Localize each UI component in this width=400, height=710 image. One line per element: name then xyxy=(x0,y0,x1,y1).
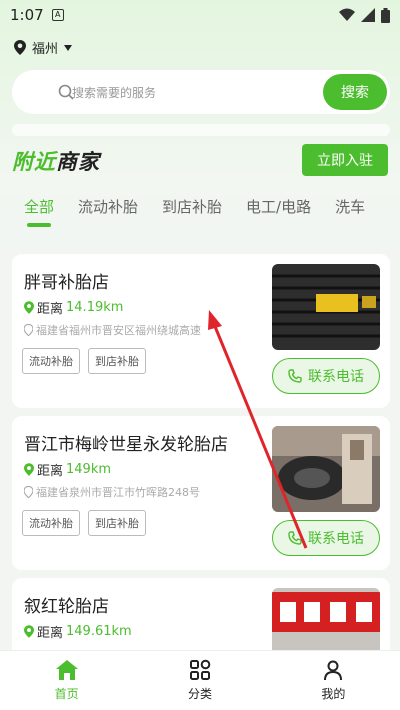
service-tag: 流动补胎 xyxy=(22,348,80,374)
call-button[interactable]: 联系电话 xyxy=(272,520,380,556)
location-city: 福州 xyxy=(32,42,59,57)
section-title-part1: 附近 xyxy=(12,150,56,174)
location-pin-icon xyxy=(24,625,34,638)
banner-area xyxy=(12,124,390,136)
shop-tags: 流动补胎 到店补胎 xyxy=(22,510,146,536)
join-button[interactable]: 立即入驻 xyxy=(302,144,388,176)
call-label: 联系电话 xyxy=(308,531,364,547)
shop-photo xyxy=(272,426,380,512)
tab-label: 全部 xyxy=(24,198,55,216)
tab-car-wash[interactable]: 洗车 xyxy=(323,196,377,236)
call-button[interactable]: 联系电话 xyxy=(272,358,380,394)
tab-in-store-tire-repair[interactable]: 到店补胎 xyxy=(150,196,234,236)
location-pin-icon xyxy=(24,463,34,476)
phone-icon xyxy=(288,531,302,545)
shop-address: 福建省泉州市晋江市竹晖路248号 xyxy=(24,484,249,500)
nav-label: 分类 xyxy=(187,687,212,701)
tab-label: 电工/电路 xyxy=(246,198,312,216)
shop-address: 福建省福州市晋安区福州绕城高速 xyxy=(24,322,249,338)
shop-photo xyxy=(272,264,380,350)
distance-value: 14.19km xyxy=(66,300,124,315)
tab-mobile-tire-repair[interactable]: 流动补胎 xyxy=(66,196,150,236)
nav-category[interactable]: 分类 xyxy=(133,651,266,710)
location-selector[interactable]: 福州 xyxy=(14,38,73,57)
location-pin-icon xyxy=(14,40,26,55)
search-input[interactable]: 搜索需要的服务 xyxy=(72,84,156,101)
shop-name: 叙红轮胎店 xyxy=(24,597,109,617)
location-pin-icon xyxy=(24,486,33,498)
status-bar: 1:07 A xyxy=(0,0,400,30)
search-icon xyxy=(58,84,74,100)
active-tab-indicator xyxy=(27,223,51,227)
tab-label: 流动补胎 xyxy=(78,198,139,216)
section-title-part2: 商家 xyxy=(56,150,100,174)
distance-label: 距离 xyxy=(37,464,64,479)
status-time: 1:07 xyxy=(10,6,44,24)
category-tabs: 全部 流动补胎 到店补胎 电工/电路 洗车 xyxy=(0,196,400,236)
tab-all[interactable]: 全部 xyxy=(0,196,66,236)
notification-icon: A xyxy=(51,9,64,21)
address-text: 福建省泉州市晋江市竹晖路248号 xyxy=(36,486,200,499)
call-label: 联系电话 xyxy=(308,369,364,385)
nav-label: 首页 xyxy=(54,687,79,701)
distance-label: 距离 xyxy=(37,626,64,641)
shop-name: 胖哥补胎店 xyxy=(24,273,109,293)
shop-card[interactable]: 胖哥补胎店 距离 14.19km 福建省福州市晋安区福州绕城高速 流动补胎 到店补… xyxy=(12,254,390,408)
location-pin-icon xyxy=(24,301,34,314)
shop-distance: 距离 14.19km xyxy=(24,298,123,317)
shop-photo xyxy=(272,588,380,658)
bottom-navigation: 首页 分类 我的 xyxy=(0,650,400,710)
shop-name: 晋江市梅岭世星永发轮胎店 xyxy=(24,435,228,455)
nav-home[interactable]: 首页 xyxy=(0,651,133,710)
address-text: 福建省福州市晋安区福州绕城高速 xyxy=(36,324,201,337)
tab-electrical[interactable]: 电工/电路 xyxy=(234,196,323,236)
shop-distance: 距离 149.61km xyxy=(24,622,132,641)
tab-label: 洗车 xyxy=(335,198,366,216)
tab-label: 到店补胎 xyxy=(162,198,223,216)
user-icon xyxy=(324,660,343,681)
distance-value: 149.61km xyxy=(66,624,132,639)
nav-profile[interactable]: 我的 xyxy=(267,651,400,710)
distance-value: 149km xyxy=(66,462,112,477)
phone-icon xyxy=(288,369,302,383)
signal-icon xyxy=(361,8,375,22)
service-tag: 流动补胎 xyxy=(22,510,80,536)
service-tag: 到店补胎 xyxy=(88,510,146,536)
section-title: 附近商家 xyxy=(12,146,100,176)
grid-icon xyxy=(189,659,211,680)
service-tag: 到店补胎 xyxy=(88,348,146,374)
shop-distance: 距离 149km xyxy=(24,460,111,479)
wifi-icon xyxy=(339,8,355,21)
nav-label: 我的 xyxy=(321,687,346,701)
search-button[interactable]: 搜索 xyxy=(323,74,387,110)
distance-label: 距离 xyxy=(37,302,64,317)
home-icon xyxy=(55,660,78,680)
shop-tags: 流动补胎 到店补胎 xyxy=(22,348,146,374)
shop-card[interactable]: 叙红轮胎店 距离 149.61km xyxy=(12,578,390,658)
search-bar[interactable]: 搜索需要的服务 搜索 xyxy=(12,70,390,114)
battery-icon xyxy=(381,7,390,23)
location-pin-icon xyxy=(24,324,33,336)
chevron-down-icon xyxy=(64,44,73,51)
shop-card[interactable]: 晋江市梅岭世星永发轮胎店 距离 149km 福建省泉州市晋江市竹晖路248号 流动… xyxy=(12,416,390,570)
